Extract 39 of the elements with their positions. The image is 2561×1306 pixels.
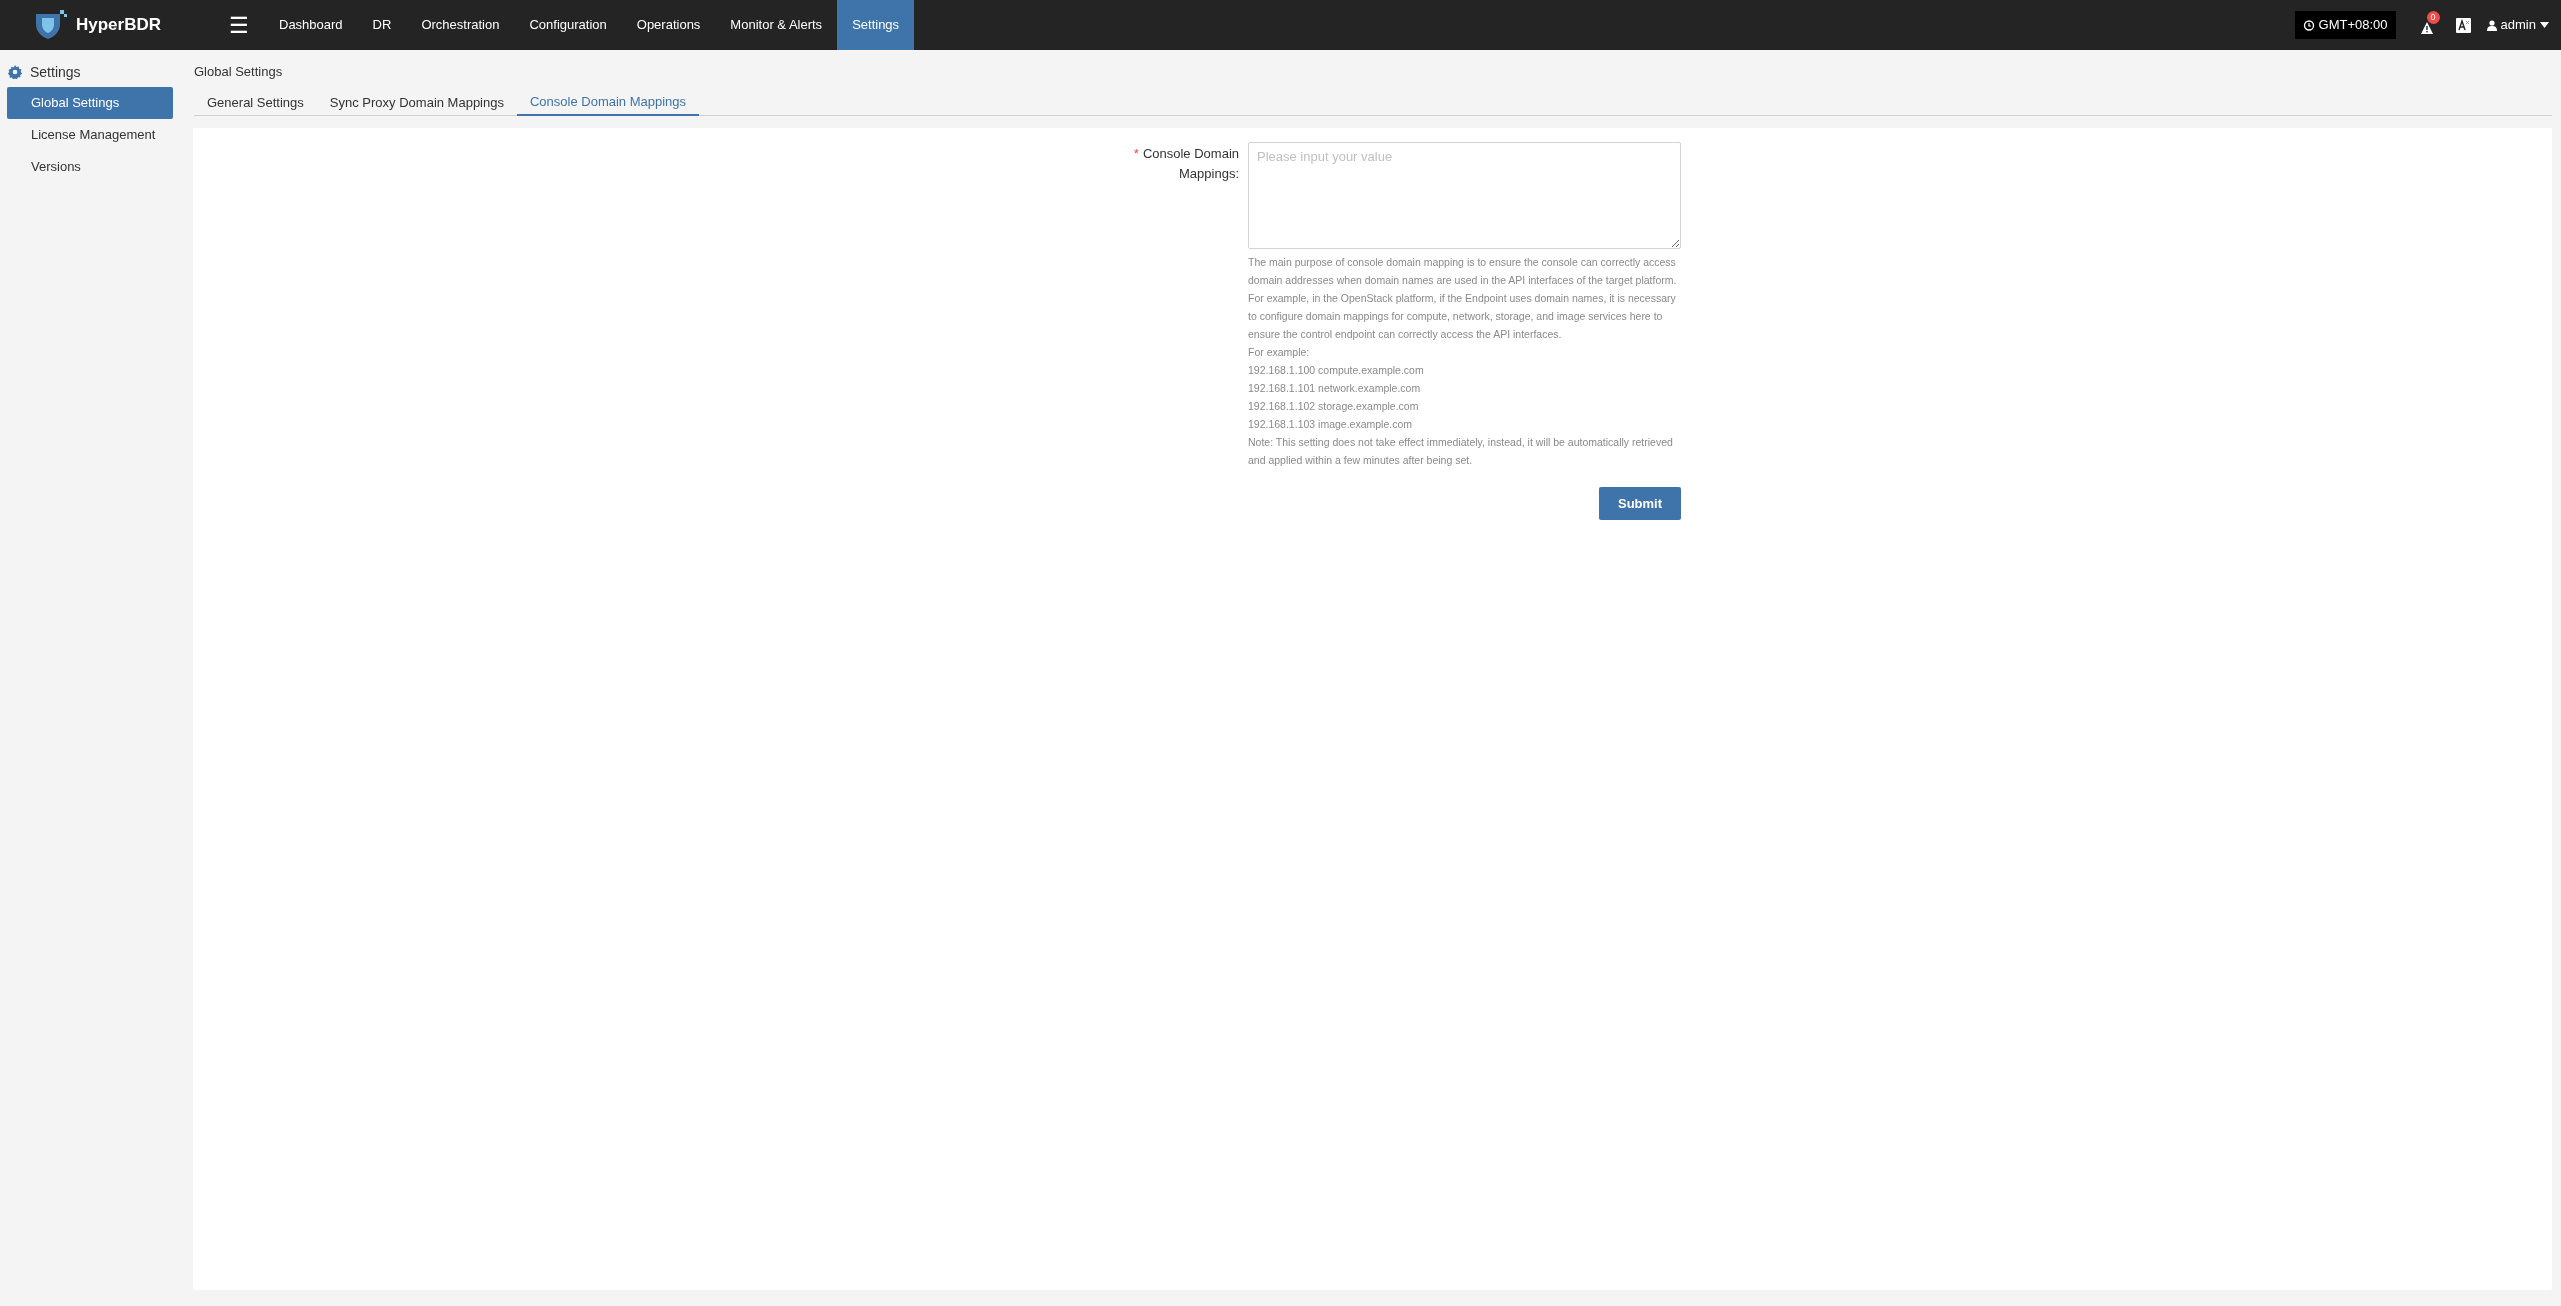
help-text: 192.168.1.101 network.example.com bbox=[1248, 381, 1422, 396]
user-icon bbox=[2486, 19, 2497, 31]
clock-icon bbox=[2302, 19, 2315, 31]
input-field[interactable]: Please input your value bbox=[1248, 142, 1681, 249]
language-icon[interactable] bbox=[2455, 17, 2471, 33]
timezone-text: GMT+08:00 bbox=[2318, 16, 2388, 35]
sidebar-title: Settings bbox=[30, 62, 81, 82]
sidebar-item[interactable]: Global Settings bbox=[7, 87, 173, 119]
nav-tab[interactable]: Dashboard bbox=[264, 0, 358, 50]
timezone-display[interactable]: GMT+08:00 bbox=[2294, 11, 2396, 39]
gear-icon bbox=[8, 65, 22, 79]
page-title: Global Settings bbox=[194, 63, 284, 81]
shield-logo-icon bbox=[34, 10, 68, 40]
field-label-text: Console Domain Mappings: bbox=[1142, 146, 1239, 181]
nav-tab[interactable]: Settings bbox=[837, 0, 915, 50]
nav-tab[interactable]: DR bbox=[357, 0, 407, 50]
required-mark: * bbox=[1133, 146, 1139, 161]
user-menu[interactable]: admin bbox=[2486, 15, 2549, 35]
help-text: For example: bbox=[1248, 345, 1311, 360]
nav-tab[interactable]: Configuration bbox=[514, 0, 622, 50]
help-text: The main purpose of console domain mapping is to ensure the console can correctly access domain addresses when domain names are used in the API interfaces of the target platform. For example, in the OpenStack platform, if the Endpoint uses domain names, it is necessary to configure domain mappings for compute, network, storage, and image services here to ensure the control endpoint can correctly access the API interfaces. bbox=[1248, 255, 1678, 342]
help-text: 192.168.1.100 compute.example.com bbox=[1248, 363, 1425, 378]
user-name: admin bbox=[2500, 16, 2536, 35]
submit-button[interactable]: Submit bbox=[1599, 487, 1681, 520]
help-text: 192.168.1.103 image.example.com bbox=[1248, 417, 1414, 432]
caret-icon bbox=[2540, 22, 2549, 28]
nav-tab[interactable]: Operations bbox=[621, 0, 716, 50]
alert-icon[interactable] bbox=[2419, 21, 2434, 35]
nav-tab[interactable]: Orchestration bbox=[406, 0, 515, 50]
tab[interactable]: Sync Proxy Domain Mappings bbox=[316, 90, 517, 115]
tab[interactable]: Console Domain Mappings bbox=[517, 90, 700, 116]
sidebar-item[interactable]: License Management bbox=[7, 119, 173, 151]
tab[interactable]: General Settings bbox=[194, 90, 317, 115]
brand-name: HyperBDR bbox=[76, 14, 162, 37]
nav-tab[interactable]: Monitor & Alerts bbox=[715, 0, 838, 50]
help-text: Note: This setting does not take effect immediately, instead, it will be automatically retrieved and applied within a few minutes after being set. bbox=[1248, 435, 1674, 468]
help-text: 192.168.1.102 storage.example.com bbox=[1248, 399, 1420, 414]
sidebar-item[interactable]: Versions bbox=[7, 151, 173, 183]
alert-count-badge: 0 bbox=[2426, 11, 2440, 24]
